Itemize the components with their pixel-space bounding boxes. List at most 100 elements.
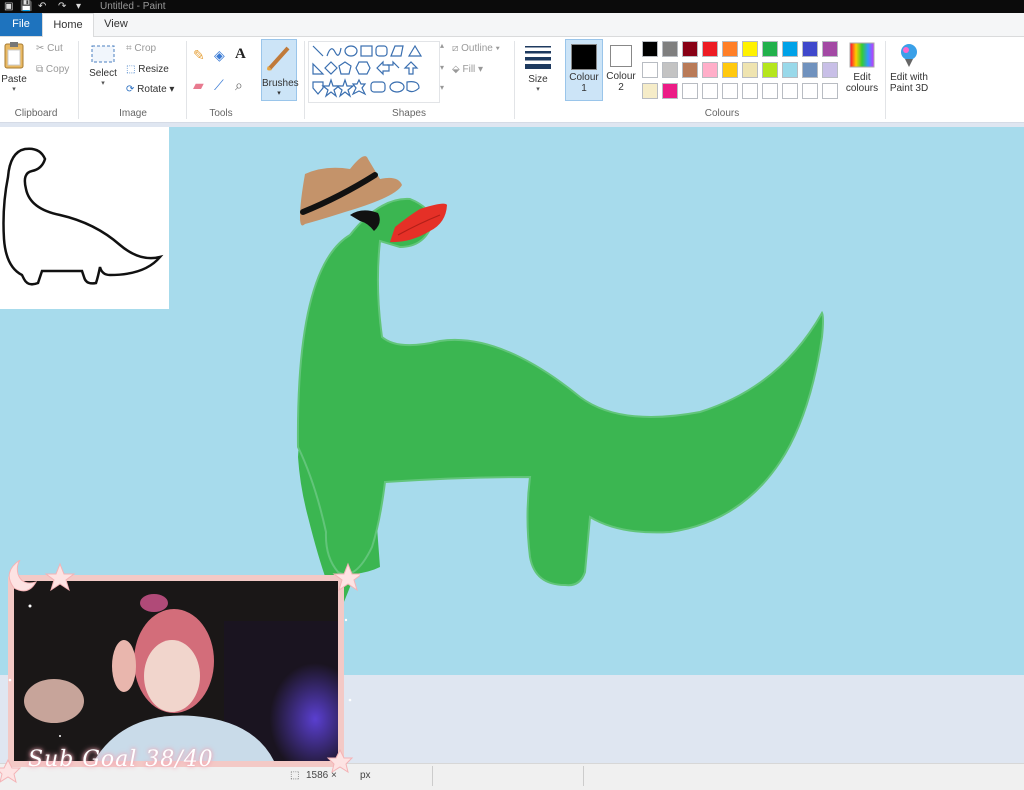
divider xyxy=(514,41,515,119)
palette-swatch[interactable] xyxy=(682,83,698,99)
colours-group-label: Colours xyxy=(704,108,740,119)
palette-swatch[interactable] xyxy=(702,41,718,57)
divider xyxy=(583,766,584,786)
palette-swatch[interactable] xyxy=(662,41,678,57)
palette-swatch[interactable] xyxy=(802,41,818,57)
outline-button[interactable]: ⧄ Outline ▾ xyxy=(452,43,500,54)
tab-home[interactable]: Home xyxy=(42,13,94,38)
colour2-button[interactable]: Colour 2 xyxy=(604,39,638,101)
brushes-button[interactable]: Brushes ▾ xyxy=(261,39,299,101)
colour2-swatch xyxy=(610,45,632,67)
palette-swatch[interactable] xyxy=(642,83,658,99)
palette-swatch[interactable] xyxy=(762,62,778,78)
ribbon: Paste ▾ ✂ Cut ⧉ Copy Clipboard Select ▾ … xyxy=(0,37,1024,123)
edit-colours-button[interactable]: Edit colours xyxy=(844,41,880,94)
edit-colours-line2: colours xyxy=(845,83,879,94)
scroll-down-icon[interactable]: ▾ xyxy=(440,63,444,72)
eraser-icon[interactable]: ▰ xyxy=(193,77,204,94)
select-button[interactable]: Select ▾ xyxy=(86,43,120,87)
colour-picker-icon[interactable]: ⟋ xyxy=(214,77,224,94)
fill-bucket-icon[interactable]: ◈ xyxy=(214,47,225,64)
rotate-icon: ⟳ xyxy=(126,84,135,95)
palette-swatch[interactable] xyxy=(722,83,738,99)
rotate-label: Rotate xyxy=(137,84,167,95)
star-icon xyxy=(326,748,354,774)
palette-swatch[interactable] xyxy=(662,62,678,78)
rotate-button[interactable]: ⟳ Rotate ▾ xyxy=(126,84,174,95)
undo-icon[interactable]: ↶ xyxy=(38,0,46,13)
shapes-gallery[interactable] xyxy=(308,41,440,103)
palette-swatch[interactable] xyxy=(742,83,758,99)
divider xyxy=(304,41,305,119)
palette-swatch[interactable] xyxy=(682,41,698,57)
palette-swatch[interactable] xyxy=(782,83,798,99)
pencil-icon[interactable]: ✎ xyxy=(193,47,205,64)
customize-quick-access-icon[interactable]: ▾ xyxy=(76,0,81,13)
chevron-down-icon: ▾ xyxy=(277,90,281,97)
palette-swatch[interactable] xyxy=(722,62,738,78)
select-rectangle-icon xyxy=(91,45,115,63)
palette-swatch[interactable] xyxy=(782,62,798,78)
palette-swatch[interactable] xyxy=(702,62,718,78)
paint3d-line2: Paint 3D xyxy=(889,83,929,94)
crop-icon: ⌗ xyxy=(126,43,132,54)
edit-colours-line1: Edit xyxy=(853,72,871,83)
resize-button[interactable]: ⬚ Resize xyxy=(126,64,169,75)
palette-swatch[interactable] xyxy=(822,41,838,57)
outline-icon: ⧄ xyxy=(452,43,459,54)
brush-icon xyxy=(267,46,290,71)
paste-button[interactable]: Paste ▾ xyxy=(0,41,28,93)
moon-icon xyxy=(8,560,38,592)
chevron-down-icon: ▾ xyxy=(169,84,175,95)
palette-swatch[interactable] xyxy=(762,83,778,99)
tools-group-label: Tools xyxy=(209,108,233,119)
palette-swatch[interactable] xyxy=(802,62,818,78)
palette-swatch[interactable] xyxy=(702,83,718,99)
tab-view[interactable]: View xyxy=(94,13,138,36)
colour1-button[interactable]: Colour 1 xyxy=(565,39,603,101)
size-button[interactable]: Size ▾ xyxy=(520,41,556,93)
crop-button[interactable]: ⌗ Crop xyxy=(126,43,156,54)
chevron-down-icon: ▾ xyxy=(495,43,500,54)
tab-file[interactable]: File xyxy=(0,13,42,36)
paint-app-icon: ▣ xyxy=(4,1,14,12)
palette-swatch[interactable] xyxy=(822,62,838,78)
palette-swatch[interactable] xyxy=(762,41,778,57)
fill-label: Fill xyxy=(462,64,476,75)
magnifier-icon[interactable]: ⌕ xyxy=(235,77,243,94)
scroll-up-icon[interactable]: ▴ xyxy=(440,41,444,50)
size-label: Size xyxy=(528,74,548,85)
palette-swatch[interactable] xyxy=(822,83,838,99)
palette-swatch[interactable] xyxy=(642,41,658,57)
palette-swatch[interactable] xyxy=(742,41,758,57)
palette-swatch[interactable] xyxy=(682,62,698,78)
star-icon xyxy=(332,562,360,592)
divider xyxy=(78,41,79,119)
palette-swatch[interactable] xyxy=(802,83,818,99)
save-icon[interactable]: 💾 xyxy=(20,0,32,13)
edit-with-paint3d-button[interactable]: Edit with Paint 3D xyxy=(888,41,930,94)
chevron-down-icon: ▾ xyxy=(478,64,484,75)
colour2-number: 2 xyxy=(618,82,624,93)
resize-label: Resize xyxy=(138,64,169,75)
palette-swatch[interactable] xyxy=(722,41,738,57)
canvas-size-unit: px xyxy=(360,770,371,781)
palette-swatch[interactable] xyxy=(662,83,678,99)
palette-swatch[interactable] xyxy=(782,41,798,57)
copy-button[interactable]: ⧉ Copy xyxy=(36,64,69,75)
text-tool-icon[interactable]: A xyxy=(235,46,246,63)
palette-swatch[interactable] xyxy=(742,62,758,78)
cut-button[interactable]: ✂ Cut xyxy=(36,43,63,54)
chevron-down-icon: ▾ xyxy=(101,80,105,87)
fill-button[interactable]: ⬙ Fill ▾ xyxy=(452,64,483,75)
fill-icon: ⬙ xyxy=(452,64,460,75)
dinosaur-outline-icon xyxy=(2,147,164,286)
redo-icon[interactable]: ↷ xyxy=(58,0,66,13)
palette-swatch[interactable] xyxy=(642,62,658,78)
chevron-down-icon: ▾ xyxy=(536,86,540,93)
expand-gallery-icon[interactable]: ▾ xyxy=(440,83,444,92)
paint3d-line1: Edit with xyxy=(890,72,928,83)
image-group-label: Image xyxy=(119,108,147,119)
brushes-label: Brushes xyxy=(262,78,299,89)
title-bar: ▣ 💾 ↶ ↷ ▾ Untitled - Paint xyxy=(0,0,1024,13)
